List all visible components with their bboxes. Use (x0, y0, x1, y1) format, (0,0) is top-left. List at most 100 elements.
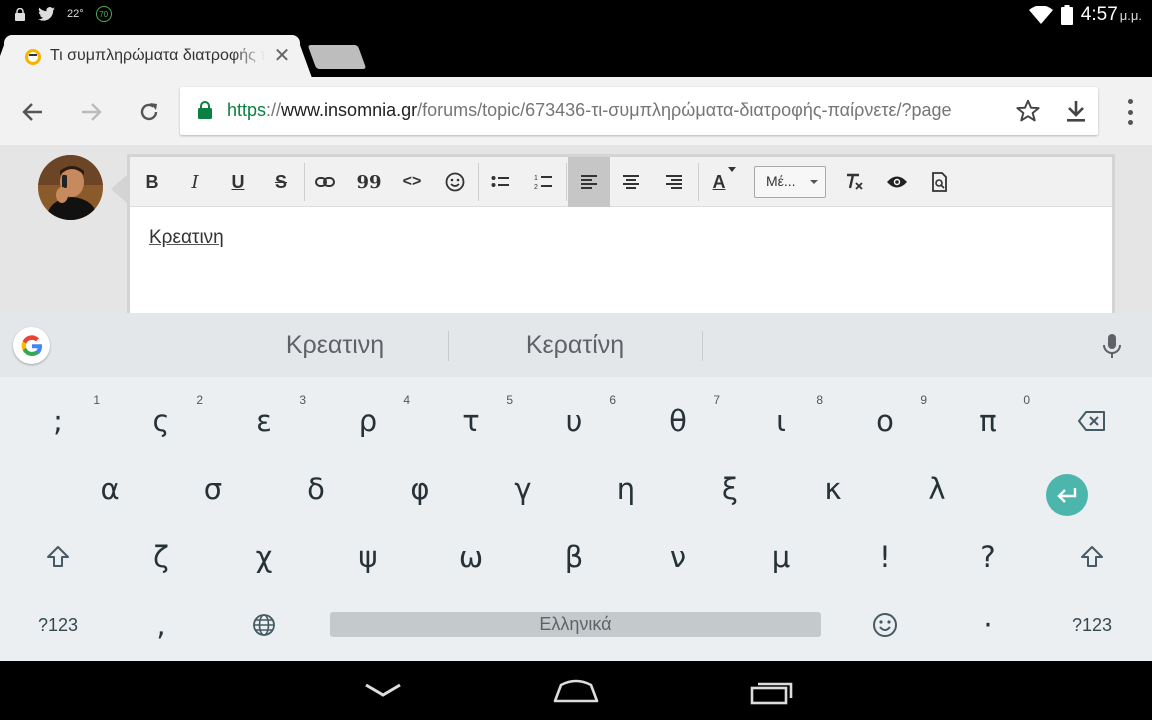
key-iota[interactable]: ι8 (731, 391, 831, 451)
spacebar[interactable]: Ελληνικά (330, 612, 821, 637)
clear-formatting-button[interactable] (835, 163, 873, 201)
browser-tab-active[interactable]: Τι συμπληρώματα διατροφής παίρνετε ✕ (4, 35, 300, 77)
key-pi[interactable]: π0 (938, 391, 1038, 451)
underline-button[interactable]: U (219, 163, 257, 201)
key-epsilon[interactable]: ε3 (214, 391, 314, 451)
suggestion-2[interactable]: Κερατίνη (450, 331, 700, 360)
language-key[interactable] (214, 595, 314, 655)
suggestion-1[interactable]: Κρεατινη (210, 331, 460, 360)
recent-apps-icon[interactable] (750, 679, 794, 705)
star-icon (1016, 99, 1040, 122)
google-g-icon[interactable] (13, 327, 50, 364)
key-label: ρ (358, 404, 378, 438)
clear-format-icon (847, 173, 863, 190)
url-text: https://www.insomnia.gr/forums/topic/673… (227, 100, 1007, 121)
key-hint: 4 (403, 393, 410, 407)
key-gamma[interactable]: γ (473, 459, 573, 519)
download-icon (1067, 101, 1085, 122)
italic-button[interactable]: I (176, 163, 214, 201)
shift-key-right[interactable] (1042, 527, 1142, 587)
key-beta[interactable]: β (524, 527, 624, 587)
bold-button[interactable]: B (133, 163, 171, 201)
download-page-button[interactable] (1062, 97, 1090, 125)
key-label: υ (565, 404, 583, 438)
key-hint: 9 (920, 393, 927, 407)
clock-ampm: μ.μ. (1119, 8, 1142, 23)
reload-button[interactable] (134, 97, 164, 127)
key-xi[interactable]: ξ (680, 459, 780, 519)
key-semicolon[interactable]: ; 1 (8, 391, 108, 451)
home-icon[interactable] (553, 679, 599, 703)
key-comma[interactable]: , (111, 595, 211, 655)
key-question[interactable]: ? (938, 527, 1038, 587)
symbols-key-left[interactable]: ?123 (8, 595, 108, 655)
twitter-icon (38, 7, 55, 21)
key-hint: 2 (196, 393, 203, 407)
align-left-button[interactable] (568, 157, 610, 207)
page-content: B I U S 99 <> 12 A Μέ... Κρεατινη (0, 145, 1152, 324)
screen: 22° 70 4:57 μ.μ. Τι συμπληρώματα διατροφή… (0, 0, 1152, 720)
key-kappa[interactable]: κ (783, 459, 883, 519)
emoji-button[interactable] (436, 163, 474, 201)
key-rho[interactable]: ρ4 (318, 391, 418, 451)
key-final-sigma[interactable]: ς2 (111, 391, 211, 451)
key-psi[interactable]: ψ (318, 527, 418, 587)
back-button[interactable] (18, 97, 48, 127)
key-hint: 6 (609, 393, 616, 407)
address-bar[interactable]: https://www.insomnia.gr/forums/topic/673… (180, 87, 1098, 135)
key-ano-teleia[interactable]: · (938, 595, 1038, 655)
close-tab-icon[interactable]: ✕ (272, 45, 292, 67)
bookmark-star-button[interactable] (1014, 97, 1042, 125)
tab-strip: Τι συμπληρώματα διατροφής παίρνετε ✕ (0, 32, 1152, 77)
align-right-button[interactable] (655, 163, 693, 201)
key-mu[interactable]: μ (731, 527, 831, 587)
secure-lock-icon (198, 101, 212, 119)
strikethrough-button[interactable]: S (262, 163, 300, 201)
key-label: ο (876, 404, 894, 438)
align-center-button[interactable] (612, 163, 650, 201)
key-omicron[interactable]: ο9 (835, 391, 935, 451)
print-preview-button[interactable] (921, 163, 959, 201)
forward-button[interactable] (76, 97, 106, 127)
backspace-icon (1078, 411, 1105, 431)
key-theta[interactable]: θ7 (628, 391, 728, 451)
reload-icon (140, 103, 158, 121)
browser-menu-button[interactable] (1126, 99, 1134, 125)
key-alpha[interactable]: α (60, 459, 160, 519)
key-delta[interactable]: δ (266, 459, 366, 519)
editor-text[interactable]: Κρεατινη (149, 227, 224, 249)
suggestion-strip: Κρεατινη Κερατίνη (0, 313, 1152, 377)
key-tau[interactable]: τ5 (421, 391, 521, 451)
editor-toolbar: B I U S 99 <> 12 A Μέ... (130, 157, 1112, 207)
key-exclamation[interactable]: ! (835, 527, 935, 587)
symbols-key-right[interactable]: ?123 (1042, 595, 1142, 655)
key-upsilon[interactable]: υ6 (524, 391, 624, 451)
key-omega[interactable]: ω (421, 527, 521, 587)
microphone-icon[interactable] (1100, 332, 1124, 360)
key-sigma[interactable]: σ (163, 459, 263, 519)
link-button[interactable] (306, 163, 344, 201)
quote-button[interactable]: 99 (350, 163, 388, 201)
numbered-list-button[interactable]: 12 (524, 163, 562, 201)
key-chi[interactable]: χ (214, 527, 314, 587)
hide-keyboard-icon[interactable] (364, 683, 402, 699)
shift-key-left[interactable] (8, 527, 108, 587)
key-phi[interactable]: φ (370, 459, 470, 519)
format-select[interactable]: Μέ... (754, 166, 826, 198)
preview-button[interactable] (878, 163, 916, 201)
key-eta[interactable]: η (576, 459, 676, 519)
link-icon (315, 177, 335, 187)
emoji-key[interactable] (835, 595, 935, 655)
key-nu[interactable]: ν (628, 527, 728, 587)
backspace-key[interactable] (1042, 391, 1142, 451)
key-label: ; (53, 404, 63, 438)
bulleted-list-button[interactable] (481, 163, 519, 201)
reply-editor: B I U S 99 <> 12 A Μέ... Κρεατινη (127, 154, 1115, 324)
enter-key[interactable] (1046, 474, 1088, 516)
code-button[interactable]: <> (393, 163, 431, 201)
key-zeta[interactable]: ζ (111, 527, 211, 587)
key-lambda[interactable]: λ (887, 459, 987, 519)
align-left-icon (581, 175, 597, 189)
new-tab-button[interactable] (307, 45, 367, 69)
on-screen-keyboard: Κρεατινη Κερατίνη ; 1 ς2 ε3 ρ4 τ5 υ6 θ7 ι… (0, 313, 1152, 661)
